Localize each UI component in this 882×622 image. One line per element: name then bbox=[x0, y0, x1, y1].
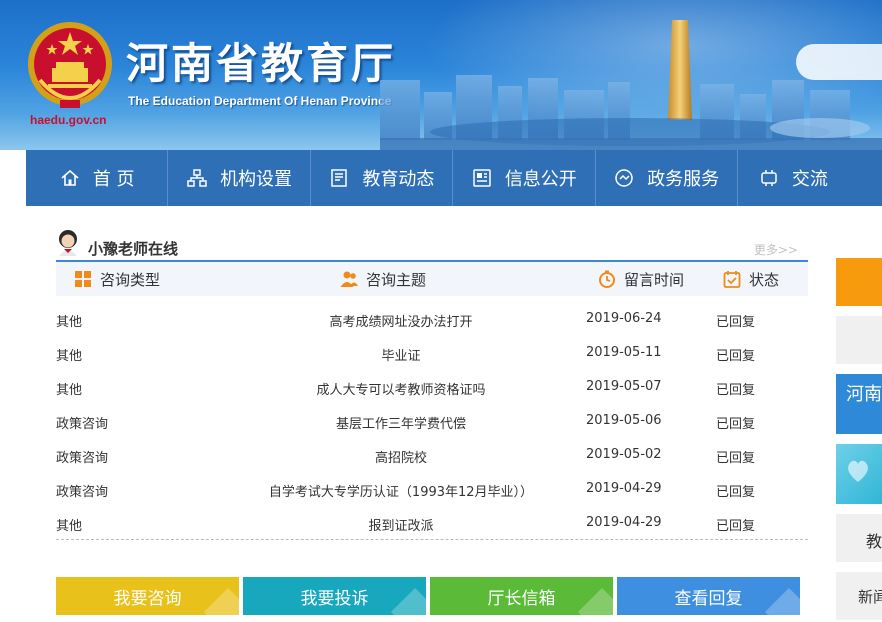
exchange-icon bbox=[761, 170, 777, 186]
service-icon bbox=[615, 169, 633, 187]
col-type: 咨询类型 bbox=[74, 262, 160, 296]
row-type: 其他 bbox=[56, 349, 83, 364]
nav-item-org[interactable]: 机构设置 bbox=[168, 150, 311, 206]
table-row[interactable]: 其他 成人大专可以考教师资格证吗 2019-05-07 已回复 bbox=[56, 369, 808, 403]
info-icon bbox=[473, 169, 491, 187]
sidebar-label-henan: 河南 bbox=[846, 384, 882, 405]
nav-label: 信息公开 bbox=[504, 169, 577, 190]
table-row[interactable]: 其他 报到证改派 2019-04-29 已回复 bbox=[56, 505, 808, 539]
main-nav: 首 页 机构设置 教育动态 信息公开 政务服务 交流 bbox=[26, 150, 882, 206]
nav-label: 首 页 bbox=[92, 169, 135, 190]
row-type: 其他 bbox=[56, 383, 83, 398]
clock-icon bbox=[599, 270, 615, 288]
row-status: 已回复 bbox=[716, 519, 756, 534]
sidebar-item-edu[interactable]: 教 bbox=[836, 514, 882, 562]
sidebar-label-edu: 教 bbox=[866, 532, 882, 551]
sidebar-banner-gray[interactable] bbox=[836, 316, 882, 364]
users-icon bbox=[340, 271, 358, 287]
row-status: 已回复 bbox=[716, 485, 756, 500]
org-icon bbox=[187, 169, 207, 187]
row-status: 已回复 bbox=[716, 451, 756, 466]
more-link[interactable]: 更多>> bbox=[754, 241, 798, 258]
page-root: haedu.gov.cn 河南省教育厅 The Education Depart… bbox=[0, 0, 882, 622]
col-status-label: 状态 bbox=[749, 270, 780, 289]
row-date: 2019-05-06 bbox=[586, 413, 662, 428]
national-emblem-icon bbox=[28, 22, 112, 108]
row-date: 2019-05-11 bbox=[586, 345, 662, 360]
row-date: 2019-05-07 bbox=[586, 379, 662, 394]
row-topic-link[interactable]: 高考成绩网址没办法打开 bbox=[206, 311, 596, 330]
site-subtitle: The Education Department Of Henan Provin… bbox=[128, 94, 392, 108]
row-topic-link[interactable]: 成人大专可以考教师资格证吗 bbox=[206, 379, 596, 398]
table-row[interactable]: 其他 毕业证 2019-05-11 已回复 bbox=[56, 335, 808, 369]
row-status: 已回复 bbox=[716, 417, 756, 432]
site-title: 河南省教育厅 bbox=[126, 39, 397, 88]
row-status: 已回复 bbox=[716, 383, 756, 398]
site-header: haedu.gov.cn 河南省教育厅 The Education Depart… bbox=[0, 0, 882, 150]
city-skyline-image bbox=[380, 20, 882, 150]
heart-graphic-icon bbox=[848, 460, 868, 482]
row-type: 政策咨询 bbox=[56, 485, 109, 500]
online-consult-panel: 小豫老师在线 更多>> 咨询类型 咨询主题 留言时间 状态 其他 高考成绩网址没… bbox=[56, 222, 808, 542]
nav-label: 交流 bbox=[791, 169, 828, 190]
sidebar-banner-orange[interactable] bbox=[836, 258, 882, 306]
row-topic-link[interactable]: 报到证改派 bbox=[206, 515, 596, 534]
view-reply-button[interactable]: 查看回复 bbox=[617, 577, 800, 615]
action-buttons: 我要咨询 我要投诉 厅长信箱 查看回复 bbox=[56, 577, 808, 615]
table-row[interactable]: 其他 高考成绩网址没办法打开 2019-06-24 已回复 bbox=[56, 301, 808, 335]
col-topic: 咨询主题 bbox=[340, 262, 426, 296]
nav-item-exchange[interactable]: 交流 bbox=[738, 150, 882, 206]
col-status: 状态 bbox=[723, 262, 779, 296]
director-mailbox-button[interactable]: 厅长信箱 bbox=[430, 577, 613, 615]
row-type: 其他 bbox=[56, 519, 83, 534]
teacher-avatar-icon bbox=[59, 230, 77, 256]
row-topic-link[interactable]: 自学考试大专学历认证（1993年12月毕业）） bbox=[206, 481, 596, 500]
nav-item-news[interactable]: 教育动态 bbox=[311, 150, 454, 206]
row-date: 2019-04-29 bbox=[586, 481, 662, 496]
table-header: 咨询类型 咨询主题 留言时间 状态 bbox=[56, 262, 808, 296]
consult-button[interactable]: 我要咨询 bbox=[56, 577, 239, 615]
nav-item-home[interactable]: 首 页 bbox=[26, 150, 169, 206]
complaint-button[interactable]: 我要投诉 bbox=[243, 577, 426, 615]
sidebar-item-news[interactable]: 新闻 bbox=[836, 572, 882, 620]
panel-header: 小豫老师在线 更多>> bbox=[56, 227, 808, 261]
row-type: 政策咨询 bbox=[56, 417, 109, 432]
row-topic-link[interactable]: 高招院校 bbox=[206, 447, 596, 466]
nav-label: 教育动态 bbox=[362, 169, 435, 190]
row-topic-link[interactable]: 毕业证 bbox=[206, 345, 596, 364]
grid-icon bbox=[75, 271, 91, 287]
sidebar-banner-teal[interactable] bbox=[836, 444, 882, 504]
row-type: 其他 bbox=[56, 315, 83, 330]
row-status: 已回复 bbox=[716, 349, 756, 364]
table-row[interactable]: 政策咨询 高招院校 2019-05-02 已回复 bbox=[56, 437, 808, 471]
nav-item-info[interactable]: 信息公开 bbox=[453, 150, 596, 206]
news-icon bbox=[331, 169, 348, 187]
nav-item-service[interactable]: 政务服务 bbox=[596, 150, 738, 206]
col-topic-label: 咨询主题 bbox=[366, 270, 427, 289]
table-row[interactable]: 政策咨询 自学考试大专学历认证（1993年12月毕业）） 2019-04-29 … bbox=[56, 471, 808, 505]
sidebar-label-news: 新闻 bbox=[858, 588, 882, 606]
nav-label: 机构设置 bbox=[220, 169, 293, 190]
row-type: 政策咨询 bbox=[56, 451, 109, 466]
home-icon bbox=[61, 169, 79, 186]
sidebar-banner-henan[interactable]: 河南 bbox=[836, 374, 882, 434]
nav-label: 政务服务 bbox=[647, 169, 720, 190]
col-time-label: 留言时间 bbox=[624, 270, 685, 289]
calendar-check-icon bbox=[723, 271, 741, 288]
row-date: 2019-05-02 bbox=[586, 447, 662, 462]
site-domain: haedu.gov.cn bbox=[30, 113, 107, 127]
row-date: 2019-06-24 bbox=[586, 311, 662, 326]
consult-list: 其他 高考成绩网址没办法打开 2019-06-24 已回复 其他 毕业证 201… bbox=[56, 301, 808, 539]
panel-title: 小豫老师在线 bbox=[88, 240, 179, 258]
search-box[interactable] bbox=[796, 44, 882, 80]
col-type-label: 咨询类型 bbox=[100, 270, 161, 289]
row-status: 已回复 bbox=[716, 315, 756, 330]
table-row[interactable]: 政策咨询 基层工作三年学费代偿 2019-05-06 已回复 bbox=[56, 403, 808, 437]
row-topic-link[interactable]: 基层工作三年学费代偿 bbox=[206, 413, 596, 432]
row-date: 2019-04-29 bbox=[586, 515, 662, 530]
list-bottom-divider bbox=[56, 539, 808, 540]
col-time: 留言时间 bbox=[598, 262, 684, 296]
